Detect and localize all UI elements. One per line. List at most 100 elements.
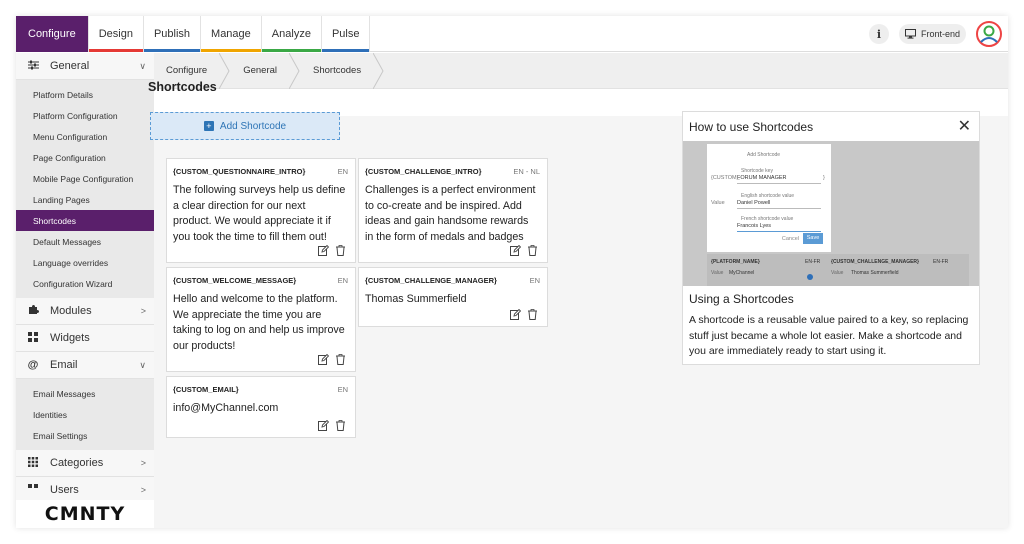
tab-label: Manage <box>211 28 251 40</box>
plus-icon: + <box>203 121 214 131</box>
tab-publish[interactable]: Publish <box>143 16 202 52</box>
sidebar-item-configuration-wizard[interactable]: Configuration Wizard <box>16 273 154 294</box>
sidebar-section-label: Categories <box>50 457 104 469</box>
chevron-right-icon: > <box>140 306 146 316</box>
at-icon: @ <box>27 359 39 371</box>
edit-icon[interactable] <box>318 245 329 256</box>
sidebar-section-general[interactable]: General ∨ <box>16 53 154 80</box>
sidebar-section-label: Email <box>50 359 78 371</box>
shortcode-value: Hello and welcome to the platform. We ap… <box>173 293 345 352</box>
sidebar-item-language-overrides[interactable]: Language overrides <box>16 252 154 273</box>
preview-row2-value: Thomas Summerfield <box>851 270 899 276</box>
preview-row1-key: {PLATFORM_NAME} <box>711 259 760 265</box>
help-title: How to use Shortcodes <box>689 120 814 134</box>
preview-row1-lang: EN-FR <box>805 259 821 265</box>
preview-row2-value-label: Value <box>831 270 844 276</box>
trash-icon[interactable] <box>527 245 538 256</box>
tab-configure[interactable]: Configure <box>16 16 89 52</box>
tab-label: Publish <box>153 28 191 40</box>
email-submenu: Email Messages Identities Email Settings <box>16 379 154 450</box>
sidebar-item-email-settings[interactable]: Email Settings <box>16 425 154 446</box>
add-shortcode-label: Add Shortcode <box>219 120 287 132</box>
preview-key-value: FORUM MANAGER <box>737 175 787 181</box>
preview-key-suffix: } <box>823 175 825 181</box>
trash-icon[interactable] <box>335 420 346 431</box>
sidebar-section-widgets[interactable]: Widgets <box>16 325 154 352</box>
sidebar-item-identities[interactable]: Identities <box>16 404 154 425</box>
card-actions <box>510 309 538 320</box>
shortcode-value: info@MyChannel.com <box>173 402 279 414</box>
edit-icon[interactable] <box>510 309 521 320</box>
sidebar-section-categories[interactable]: Categories > <box>16 450 154 477</box>
info-icon[interactable]: i <box>868 24 889 44</box>
breadcrumb-item[interactable]: Shortcodes <box>301 52 385 89</box>
sidebar-item-email-messages[interactable]: Email Messages <box>16 383 154 404</box>
sidebar-item-platform-configuration[interactable]: Platform Configuration <box>16 105 154 126</box>
shortcode-key: {CUSTOM_WELCOME_MESSAGE} <box>173 276 297 285</box>
sidebar-item-mobile-page-configuration[interactable]: Mobile Page Configuration <box>16 168 154 189</box>
help-subtitle: Using a Shortcodes <box>689 292 794 306</box>
page-title: Shortcodes <box>148 80 217 94</box>
tab-label: Configure <box>28 28 76 40</box>
frontend-label: Front-end <box>920 29 960 39</box>
preview-rows: {PLATFORM_NAME} EN-FR Value MyChannel {C… <box>707 254 969 286</box>
edit-icon[interactable] <box>318 354 329 365</box>
sidebar-item-page-configuration[interactable]: Page Configuration <box>16 147 154 168</box>
shortcode-key: {CUSTOM_CHALLENGE_MANAGER} <box>365 276 497 285</box>
preview-key-caption: Shortcode key <box>741 168 773 174</box>
sidebar-item-landing-pages[interactable]: Landing Pages <box>16 189 154 210</box>
card-actions <box>510 245 538 256</box>
help-description: A shortcode is a reusable value paired t… <box>689 314 969 357</box>
tab-analyze[interactable]: Analyze <box>261 16 322 52</box>
chevron-down-icon: ∨ <box>139 359 146 370</box>
frontend-button[interactable]: Front-end <box>898 24 966 44</box>
sidebar: General ∨ Platform Details Platform Confi… <box>16 53 154 528</box>
trash-icon[interactable] <box>527 309 538 320</box>
card-actions <box>318 354 346 365</box>
sidebar-section-label: General <box>50 60 90 72</box>
tab-label: Design <box>98 28 133 40</box>
card-actions <box>318 245 346 256</box>
preview-en-caption: English shortcode value <box>741 193 795 199</box>
shortcode-card: {CUSTOM_CHALLENGE_MANAGER} EN Thomas Summe… <box>358 267 548 327</box>
tab-manage[interactable]: Manage <box>201 16 262 52</box>
preview-save: Save <box>803 233 823 244</box>
add-shortcode-button[interactable]: + Add Shortcode <box>150 112 340 140</box>
close-icon[interactable]: ✕ <box>958 116 971 136</box>
tab-pulse[interactable]: Pulse <box>321 16 371 52</box>
preview-fr-underline <box>737 231 821 232</box>
shortcode-value: Thomas Summerfield <box>365 293 467 305</box>
shortcode-key: {CUSTOM_QUESTIONNAIRE_INTRO} <box>173 167 306 176</box>
shortcode-card: {CUSTOM_QUESTIONNAIRE_INTRO} EN The follow… <box>166 158 356 263</box>
shortcode-card: {CUSTOM_WELCOME_MESSAGE} EN Hello and welc… <box>166 267 356 372</box>
sidebar-item-platform-details[interactable]: Platform Details <box>16 84 154 105</box>
breadcrumb-separator-icon <box>373 52 384 89</box>
help-panel: How to use Shortcodes ✕ Add Shortcode Sh… <box>682 111 980 365</box>
shortcode-languages: EN <box>337 167 348 176</box>
puzzle-icon <box>26 304 40 318</box>
shortcode-languages: EN - NL <box>513 167 540 176</box>
sidebar-item-default-messages[interactable]: Default Messages <box>16 231 154 252</box>
trash-icon[interactable] <box>335 354 346 365</box>
users-icon <box>26 483 40 497</box>
preview-key-underline <box>737 183 821 184</box>
preview-row1-value-label: Value <box>711 270 724 276</box>
preview-fr-value: Francois Lyes <box>737 223 772 229</box>
chevron-down-icon: ∨ <box>139 60 146 71</box>
breadcrumb-item[interactable]: General <box>231 52 301 89</box>
tab-accent-bar <box>88 49 143 52</box>
avatar[interactable] <box>976 21 1002 47</box>
sidebar-item-menu-configuration[interactable]: Menu Configuration <box>16 126 154 147</box>
shortcode-languages: EN <box>337 385 348 394</box>
sidebar-item-shortcodes[interactable]: Shortcodes <box>16 210 154 231</box>
tab-design[interactable]: Design <box>88 16 144 52</box>
trash-icon[interactable] <box>335 245 346 256</box>
preview-row2-key: {CUSTOM_CHALLENGE_MANAGER} <box>831 259 919 265</box>
sidebar-section-email[interactable]: @ Email ∨ <box>16 352 154 379</box>
edit-icon[interactable] <box>318 420 329 431</box>
preview-fr-caption: French shortcode value <box>741 216 794 222</box>
preview-row1-value: MyChannel <box>729 270 755 276</box>
edit-icon[interactable] <box>510 245 521 256</box>
sidebar-section-modules[interactable]: Modules > <box>16 298 154 325</box>
tab-accent-bar <box>16 49 88 52</box>
